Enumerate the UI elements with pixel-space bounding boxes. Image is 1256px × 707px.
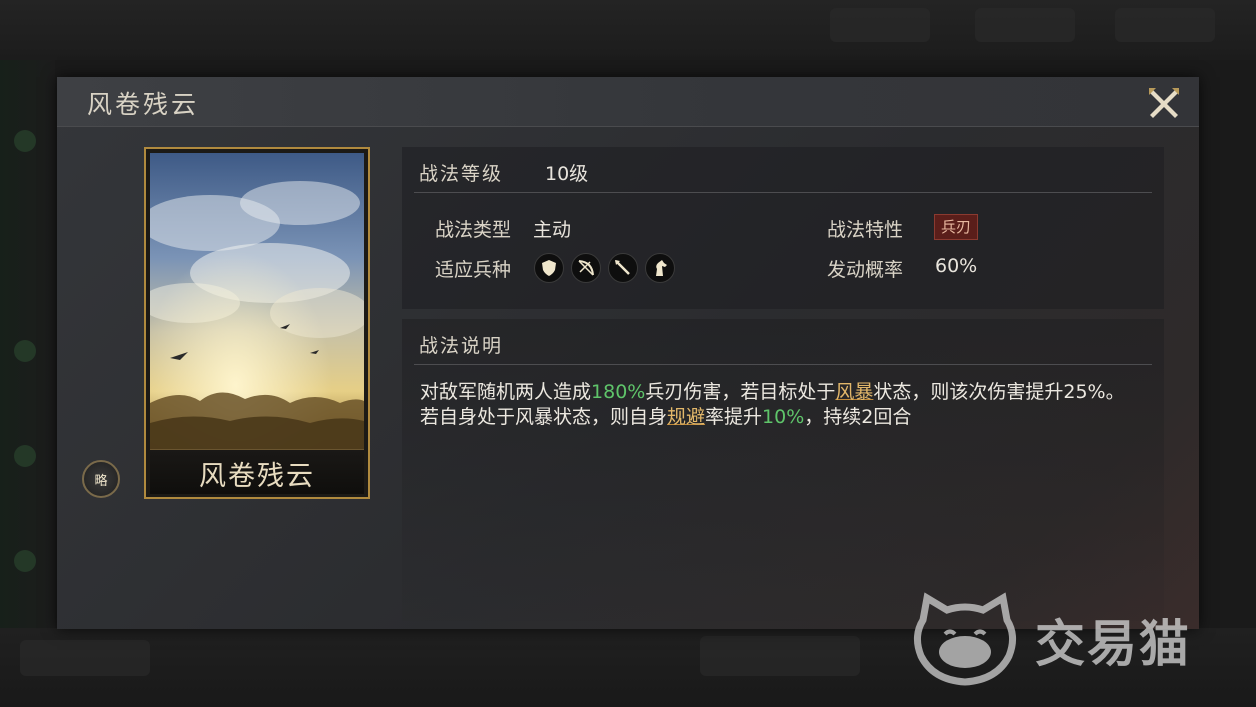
divider [414, 364, 1152, 365]
background-indicator [14, 445, 36, 467]
troops-label: 适应兵种 [435, 259, 512, 281]
skill-level-label: 战法等级 [419, 163, 504, 185]
skill-card-art [150, 153, 364, 451]
damage-rate-highlight: 180% [591, 381, 646, 403]
skill-detail-dialog: 风卷残云 风卷残云 略 战法等级 10级 战法类型 主动 战法特性 兵刃 适应兵… [57, 77, 1199, 629]
background-element [20, 640, 150, 676]
activation-chance-value: 60% [935, 255, 978, 277]
strategy-badge-label: 略 [94, 474, 108, 489]
skill-level-value: 10级 [545, 163, 589, 185]
dialog-header: 风卷残云 [57, 77, 1199, 127]
spear-icon [608, 253, 638, 283]
card-corner-ornament [354, 483, 370, 499]
horse-icon [645, 253, 675, 283]
background-element [700, 636, 860, 676]
description-line-1: 对敌军随机两人造成180%兵刃伤害，若目标处于风暴状态，则该次伤害提升25%。 [420, 381, 1125, 403]
skill-description-text: 对敌军随机两人造成180%兵刃伤害，若目标处于风暴状态，则该次伤害提升25%。 … [420, 380, 1150, 430]
background-indicator [14, 340, 36, 362]
close-button[interactable] [1146, 85, 1182, 121]
strategy-badge[interactable]: 略 [82, 460, 120, 498]
background-element [975, 8, 1075, 42]
skill-type-value: 主动 [533, 219, 572, 241]
skill-attributes-panel [402, 147, 1164, 309]
watermark-text: 交易猫 [1035, 615, 1191, 673]
dialog-title: 风卷残云 [87, 90, 200, 119]
cat-logo-icon [914, 592, 1016, 686]
description-header: 战法说明 [419, 335, 504, 357]
shield-icon [534, 253, 564, 283]
storm-status-keyword[interactable]: 风暴 [835, 381, 873, 403]
divider [414, 192, 1152, 193]
background-element [1115, 8, 1215, 42]
description-line-2: 若自身处于风暴状态，则自身规避率提升10%，持续2回合 [420, 406, 912, 428]
background-indicator [14, 130, 36, 152]
skill-trait-label: 战法特性 [827, 219, 904, 241]
background-element [830, 8, 930, 42]
skill-type-label: 战法类型 [435, 219, 512, 241]
skill-card-name: 风卷残云 [199, 461, 315, 492]
skill-card-namebar: 风卷残云 [150, 449, 364, 494]
skill-trait-badge: 兵刃 [934, 214, 979, 240]
skill-card: 风卷残云 [144, 147, 370, 499]
watermark: 交易猫 [905, 590, 1225, 690]
close-icon [1149, 88, 1179, 118]
bow-icon [571, 253, 601, 283]
background-indicator [14, 550, 36, 572]
evasion-keyword[interactable]: 规避 [667, 406, 705, 428]
activation-chance-label: 发动概率 [827, 259, 904, 281]
card-corner-ornament [144, 483, 160, 499]
evasion-rate-highlight: 10% [762, 406, 805, 428]
